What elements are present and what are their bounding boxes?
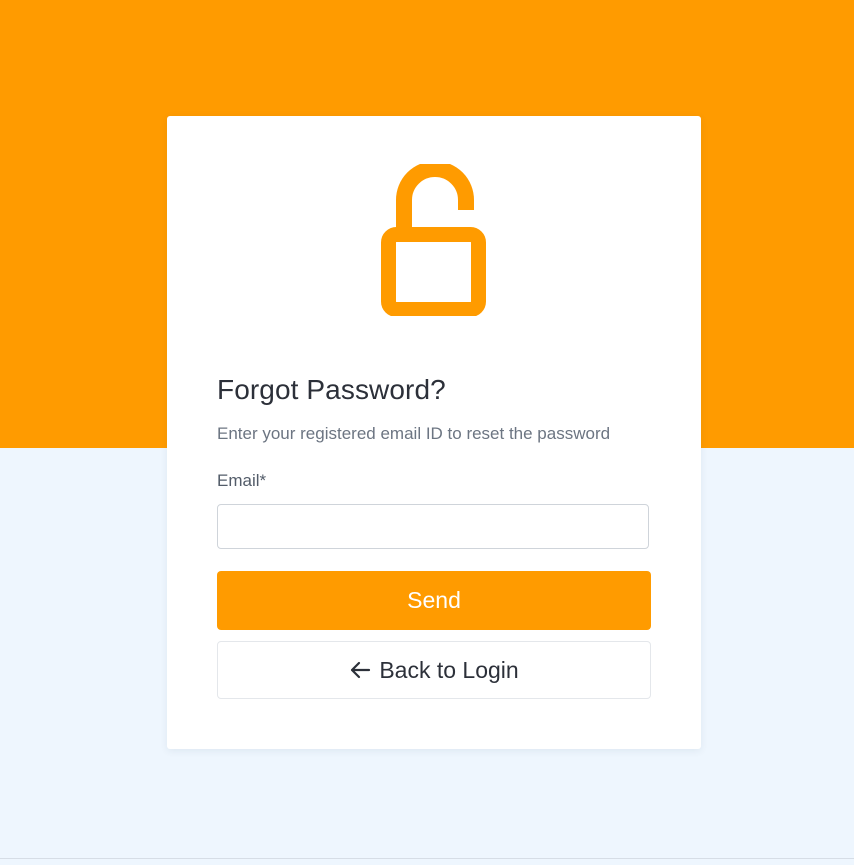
back-to-login-button[interactable]: Back to Login: [217, 641, 651, 699]
page-bottom-border: [0, 858, 854, 859]
email-label: Email*: [217, 471, 267, 490]
page-title: Forgot Password?: [217, 374, 446, 405]
lock-open-icon: [381, 161, 489, 317]
page-subtitle: Enter your registered email ID to reset …: [217, 424, 611, 443]
send-button[interactable]: Send: [217, 571, 651, 630]
email-field[interactable]: [217, 504, 649, 549]
forgot-password-card: Forgot Password? Enter your registered e…: [167, 116, 701, 749]
arrow-left-icon: [349, 659, 371, 681]
back-to-login-label: Back to Login: [379, 656, 519, 683]
